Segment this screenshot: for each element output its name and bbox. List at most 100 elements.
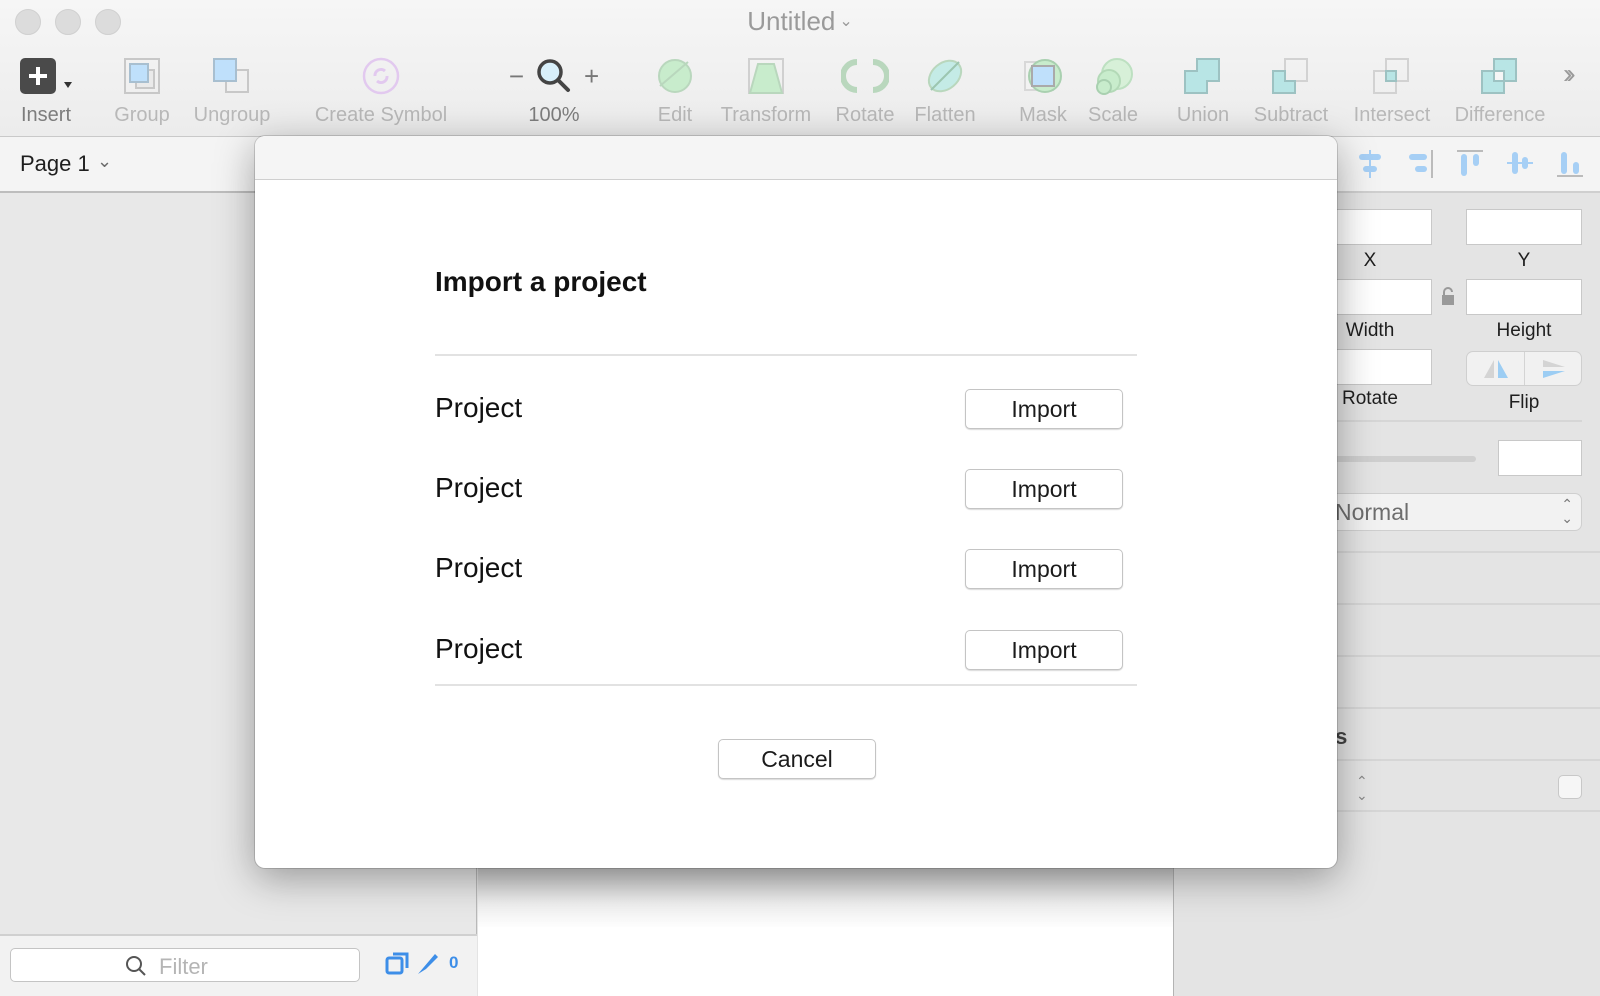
project-row: Project Import [435,469,1137,513]
mask-icon [1015,52,1071,100]
create-symbol-button[interactable]: Create Symbol [310,52,452,127]
zoom-control: − + 100% [498,52,610,127]
insert-icon [14,52,78,100]
align-top-icon[interactable] [1455,148,1485,178]
transform-label: Transform [720,104,812,126]
project-row: Project Import [435,630,1137,674]
rotate-label: Rotate [835,104,895,126]
project-name: Project [435,552,523,583]
mask-button[interactable]: Mask [1015,52,1071,127]
union-icon [1172,52,1234,100]
page-selector-label: Page 1 [20,151,90,176]
subtract-button[interactable]: Subtract [1244,52,1338,127]
project-name: Project [435,392,523,423]
align-bottom-icon[interactable] [1555,148,1585,178]
toolbar-overflow-button[interactable]: ›› [1563,58,1575,90]
edit-icon [650,52,700,100]
flip-horizontal-icon[interactable] [1481,358,1511,380]
toolbar: Untitled ⌄ Insert Group Ungroup Create Sy [0,0,1600,137]
slice-knife-icon[interactable] [415,950,441,976]
y-field[interactable] [1466,209,1582,245]
slice-count: 0 [449,953,459,972]
filter-placeholder: Filter [159,954,208,979]
shadow-checkbox[interactable] [1558,775,1582,799]
y-label: Y [1517,250,1531,271]
union-button[interactable]: Union [1172,52,1234,127]
chevron-down-icon: ⌄ [97,151,113,171]
import-button[interactable]: Import [965,549,1123,589]
zoom-in-button[interactable]: + [584,61,599,92]
document-title[interactable]: Untitled ⌄ [0,6,1600,37]
stepper-icon: ⌃ ⌄ [1561,496,1573,526]
height-field[interactable] [1466,279,1582,315]
sidebar-footer: Filter 0 [0,934,477,996]
align-vertical-center-icon[interactable] [1505,148,1535,178]
lock-icon[interactable] [1440,286,1456,306]
project-name: Project [435,472,523,503]
group-icon [112,52,172,100]
search-icon [126,956,146,976]
difference-icon [1448,52,1552,100]
import-project-dialog: Import a project Project Import Project … [255,136,1337,868]
scale-icon [1085,52,1141,100]
cancel-button[interactable]: Cancel [718,739,876,779]
project-row: Project Import [435,549,1137,593]
zoom-out-button[interactable]: − [509,61,524,92]
union-label: Union [1176,104,1230,126]
edit-button[interactable]: Edit [650,52,700,127]
group-button[interactable]: Group [112,52,172,127]
scale-label: Scale [1087,104,1139,126]
document-title-text: Untitled [747,6,836,36]
rotate-button[interactable]: Rotate [830,52,900,127]
difference-button[interactable]: Difference [1448,52,1552,127]
edit-label: Edit [657,104,693,126]
blend-mode-value: Normal [1335,499,1410,525]
dialog-divider [435,354,1137,356]
flip-vertical-icon[interactable] [1539,358,1569,380]
x-label: X [1363,250,1377,271]
create-symbol-label: Create Symbol [314,104,448,126]
insert-label: Insert [20,104,72,126]
rotate-label: Rotate [1342,388,1398,409]
import-button[interactable]: Import [965,630,1123,670]
ungroup-button[interactable]: Ungroup [190,52,274,127]
symbol-icon [310,52,452,100]
flatten-button[interactable]: Flatten [910,52,980,127]
flip-control [1466,351,1582,386]
canvas-shadow [478,867,1173,927]
project-row: Project Import [435,389,1137,433]
magnifier-icon [537,59,570,92]
opacity-field[interactable] [1498,440,1582,476]
import-button[interactable]: Import [965,389,1123,429]
dialog-divider [435,684,1137,686]
flip-label: Flip [1508,392,1540,413]
ungroup-icon [190,52,274,100]
flatten-label: Flatten [914,104,976,126]
align-horizontal-center-icon[interactable] [1355,148,1385,178]
app-window: Untitled ⌄ Insert Group Ungroup Create Sy [0,0,1600,996]
align-right-icon[interactable] [1405,148,1435,178]
intersect-label: Intersect [1353,104,1431,126]
subtract-icon [1244,52,1338,100]
ungroup-label: Ungroup [193,104,271,126]
intersect-icon [1346,52,1438,100]
transform-button[interactable]: Transform [716,52,816,127]
filter-input[interactable]: Filter [10,948,360,982]
chevron-down-icon: ⌄ [839,13,853,30]
insert-button[interactable]: Insert [14,52,78,127]
flatten-icon [910,52,980,100]
intersect-button[interactable]: Intersect [1346,52,1438,127]
height-label: Height [1496,320,1552,341]
dialog-title: Import a project [435,266,647,297]
symbols-filter-icon[interactable] [385,950,411,976]
transform-icon [716,52,816,100]
project-name: Project [435,633,523,664]
scale-button[interactable]: Scale [1085,52,1141,127]
difference-label: Difference [1454,104,1546,126]
stepper-icon[interactable]: ⌃ ⌄ [1356,774,1368,802]
mask-label: Mask [1019,104,1067,126]
zoom-level: 100% [528,104,580,126]
import-button[interactable]: Import [965,469,1123,509]
rotate-icon [830,52,900,100]
group-label: Group [114,104,170,126]
